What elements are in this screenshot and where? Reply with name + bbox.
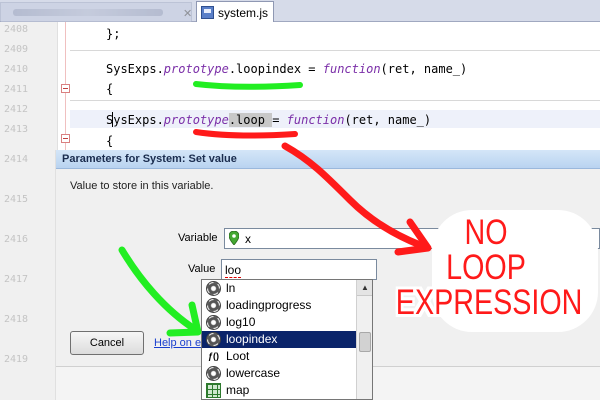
line-number: 2413: [4, 124, 29, 135]
save-file-icon: [201, 6, 214, 19]
code-line-loopindex: SysExps.prototype.loopindex = function(r…: [106, 62, 468, 76]
autocomplete-item[interactable]: ƒ() Loot: [202, 348, 356, 365]
tab-other-file[interactable]: ✕: [0, 2, 192, 22]
tab-label: system.js: [218, 6, 269, 20]
variable-pin-icon: [229, 231, 239, 245]
line-number: 2410: [4, 64, 29, 75]
callout-line-1: NO: [464, 213, 508, 252]
tab-blurred-label: [13, 9, 163, 16]
autocomplete-scrollbar[interactable]: ▲: [356, 280, 372, 399]
callout-line-3: EXPRESSION: [395, 283, 583, 322]
variable-value: x: [245, 232, 251, 246]
editor-tab-bar: ✕ system.js: [0, 0, 600, 23]
scroll-up-arrow-icon[interactable]: ▲: [357, 280, 372, 296]
line-number-gutter-lower: 2414 2415 2416 2417 2418 2419: [0, 150, 56, 400]
autocomplete-item[interactable]: map: [202, 382, 356, 399]
code-editor[interactable]: 2408 2409 2410 2411 2412 2413 }; SysExps…: [0, 22, 600, 150]
autocomplete-item-selected[interactable]: loopindex: [202, 331, 356, 348]
line-number: 2408: [4, 24, 29, 35]
code-line: {: [106, 134, 114, 148]
line-number: 2414: [4, 154, 29, 165]
help-on-expressions-link[interactable]: Help on expressions: [154, 337, 202, 349]
line-number: 2419: [4, 354, 29, 365]
dialog-title-bar[interactable]: Parameters for System: Set value: [56, 150, 600, 169]
line-number: 2409: [4, 44, 29, 55]
close-icon[interactable]: ✕: [183, 7, 192, 20]
dialog-title: Parameters for System: Set value: [62, 153, 237, 165]
gear-icon: [206, 332, 221, 347]
code-line: };: [106, 27, 121, 41]
line-number: 2411: [4, 84, 29, 95]
gear-icon: [206, 281, 221, 296]
autocomplete-item[interactable]: loadingprogress: [202, 297, 356, 314]
fold-toggle-icon[interactable]: [61, 84, 70, 93]
line-number: 2418: [4, 314, 29, 325]
no-loop-expression-callout: NO LOOP EXPRESSION: [376, 205, 596, 335]
text-caret: [112, 112, 113, 127]
line-number: 2412: [4, 104, 29, 115]
cancel-button[interactable]: Cancel: [70, 331, 144, 355]
variable-label: Variable: [178, 232, 218, 244]
code-separator: [70, 50, 600, 51]
line-number: 2416: [4, 234, 29, 245]
line-number-gutter: 2408 2409 2410 2411 2412 2413: [0, 22, 58, 150]
code-line: {: [106, 82, 114, 96]
autocomplete-item[interactable]: log10: [202, 314, 356, 331]
line-number: 2415: [4, 194, 29, 205]
value-input-text: loo: [225, 263, 242, 278]
autocomplete-list[interactable]: ln loadingprogress log10 loopindex ƒ() L…: [201, 279, 373, 400]
value-input[interactable]: loo: [221, 259, 377, 280]
value-label: Value: [188, 263, 216, 275]
scroll-thumb[interactable]: [359, 332, 371, 352]
grid-icon: [206, 383, 221, 398]
autocomplete-item[interactable]: ln: [202, 280, 356, 297]
function-icon: ƒ(): [208, 351, 219, 361]
code-line-loop: SysExps.prototype.loop = function(ret, n…: [106, 113, 432, 127]
gear-icon: [206, 366, 221, 381]
line-number: 2417: [4, 274, 29, 285]
tab-system-js[interactable]: system.js: [196, 1, 274, 23]
gear-icon: [206, 298, 221, 313]
callout-line-2: LOOP: [446, 248, 526, 287]
gear-icon: [206, 315, 221, 330]
code-separator: [70, 100, 600, 101]
fold-toggle-icon[interactable]: [61, 134, 70, 143]
autocomplete-item[interactable]: lowercase: [202, 365, 356, 382]
dialog-description: Value to store in this variable.: [70, 180, 214, 192]
